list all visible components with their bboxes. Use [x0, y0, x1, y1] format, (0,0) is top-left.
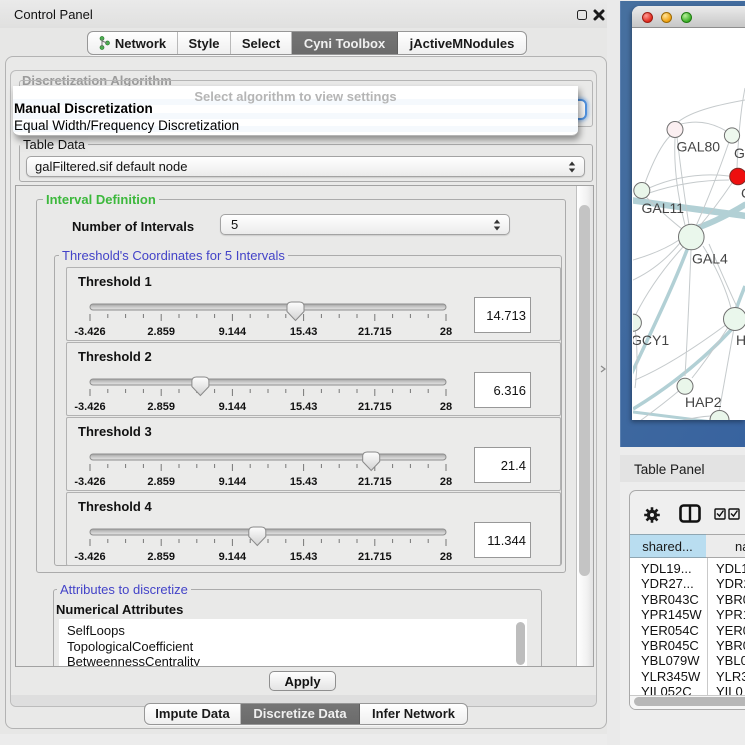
svg-text:-3.426: -3.426	[74, 476, 105, 488]
svg-text:28: 28	[440, 326, 452, 338]
svg-text:9.144: 9.144	[219, 401, 247, 413]
svg-text:GAL11: GAL11	[642, 200, 685, 216]
svg-text:2.859: 2.859	[147, 326, 175, 338]
svg-text:HAP2: HAP2	[685, 394, 722, 410]
svg-text:GAL80: GAL80	[677, 139, 721, 155]
svg-text:-3.426: -3.426	[74, 326, 105, 338]
svg-text:2.859: 2.859	[147, 476, 175, 488]
svg-text:15.43: 15.43	[290, 476, 318, 488]
svg-text:9.144: 9.144	[219, 326, 247, 338]
svg-text:15.43: 15.43	[290, 326, 318, 338]
svg-text:GA: GA	[734, 145, 745, 161]
svg-text:9.144: 9.144	[219, 551, 247, 563]
svg-text:9.144: 9.144	[219, 476, 247, 488]
svg-text:-3.426: -3.426	[74, 401, 105, 413]
svg-text:28: 28	[440, 551, 452, 563]
svg-text:-3.426: -3.426	[74, 551, 105, 563]
svg-text:15.43: 15.43	[290, 551, 318, 563]
svg-text:21.715: 21.715	[358, 326, 392, 338]
svg-text:28: 28	[440, 476, 452, 488]
svg-text:21.715: 21.715	[358, 401, 392, 413]
svg-text:GAL4: GAL4	[692, 251, 728, 267]
svg-text:H: H	[736, 332, 745, 348]
svg-text:GCY1: GCY1	[633, 332, 669, 348]
svg-text:2.859: 2.859	[147, 401, 175, 413]
svg-text:21.715: 21.715	[358, 551, 392, 563]
svg-text:28: 28	[440, 401, 452, 413]
svg-text:2.859: 2.859	[147, 551, 175, 563]
svg-text:15.43: 15.43	[290, 401, 318, 413]
svg-text:C: C	[741, 185, 745, 201]
svg-text:21.715: 21.715	[358, 476, 392, 488]
